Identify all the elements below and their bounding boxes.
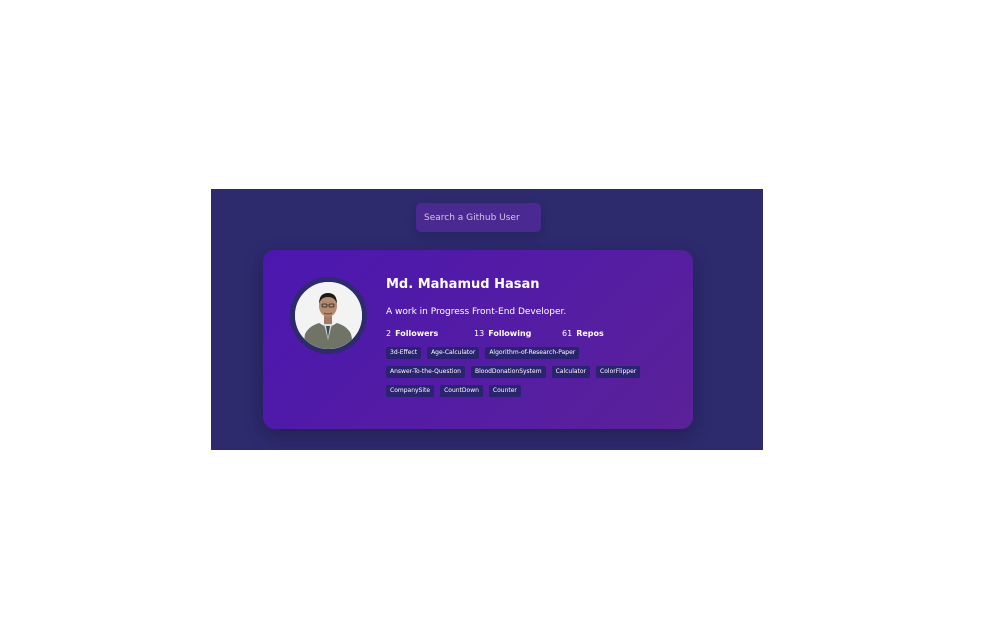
avatar <box>290 277 367 354</box>
repo-link[interactable]: Answer-To-the-Question <box>386 366 465 378</box>
user-info: Md. Mahamud Hasan A work in Progress Fro… <box>386 276 686 404</box>
search-input[interactable] <box>416 203 541 232</box>
stat-repos: 61 Repos <box>562 328 650 339</box>
following-label: Following <box>488 329 532 338</box>
avatar-photo <box>295 282 362 349</box>
repo-link[interactable]: Algorithm-of-Research-Paper <box>485 347 580 359</box>
stat-followers: 2 Followers <box>386 328 474 339</box>
user-name: Md. Mahamud Hasan <box>386 277 540 292</box>
user-bio: A work in Progress Front-End Developer. <box>386 307 567 317</box>
repo-link[interactable]: CountDown <box>440 385 483 397</box>
repo-link[interactable]: BloodDonationSystem <box>471 366 546 378</box>
repo-link[interactable]: 3d-Effect <box>386 347 422 359</box>
repo-link[interactable]: Calculator <box>551 366 591 378</box>
repo-list: 3d-Effect Age-Calculator Algorithm-of-Re… <box>386 347 656 404</box>
user-stats: 2 Followers 13 Following 61 Repos <box>386 328 686 339</box>
followers-label: Followers <box>395 329 439 338</box>
stat-following: 13 Following <box>474 328 562 339</box>
repo-link[interactable]: ColorFlipper <box>596 366 641 378</box>
repo-link[interactable]: Counter <box>488 385 521 397</box>
following-count: 13 <box>474 329 485 338</box>
repo-link[interactable]: Age-Calculator <box>427 347 480 359</box>
followers-count: 2 <box>386 329 392 338</box>
repos-label: Repos <box>576 329 604 338</box>
github-profile-app: Md. Mahamud Hasan A work in Progress Fro… <box>211 189 763 450</box>
repos-count: 61 <box>562 329 573 338</box>
repo-link[interactable]: CompanySite <box>386 385 435 397</box>
user-card: Md. Mahamud Hasan A work in Progress Fro… <box>263 250 693 429</box>
